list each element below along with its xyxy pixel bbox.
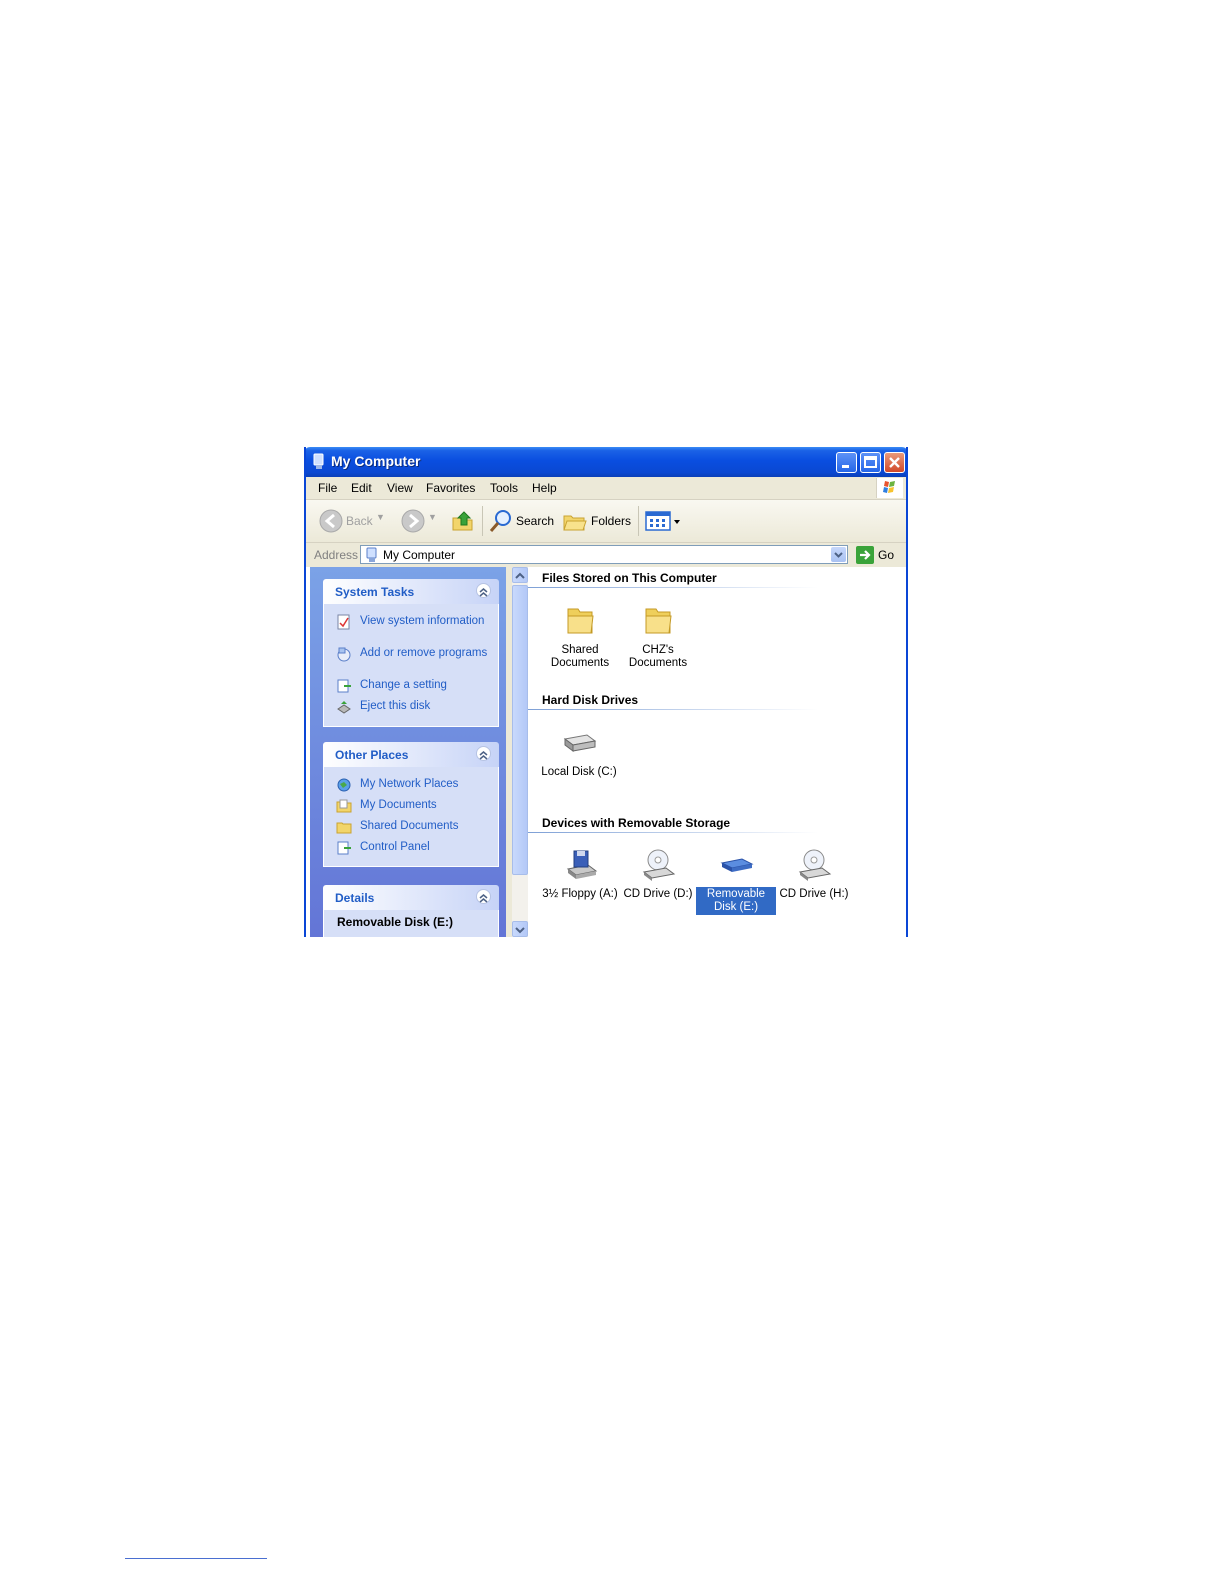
chevron-down-icon (834, 552, 843, 558)
minimize-icon (842, 465, 849, 468)
group-hard-disks-title: Hard Disk Drives (542, 693, 639, 707)
collapse-button[interactable] (476, 583, 491, 598)
item-floppy-a[interactable]: 3½ Floppy (A:) (540, 847, 620, 902)
views-button[interactable] (644, 508, 684, 534)
minimize-button[interactable] (836, 452, 857, 473)
address-label: Address (314, 548, 359, 562)
back-dropdown-icon[interactable]: ▼ (376, 512, 385, 522)
system-tasks-panel: System Tasks View system information Add… (323, 579, 499, 727)
footnote-separator (125, 1558, 267, 1559)
close-icon (889, 457, 900, 468)
details-header[interactable]: Details (323, 885, 499, 910)
details-item-name: Removable Disk (E:) (337, 915, 454, 929)
file-view: Files Stored on This Computer Shared Doc… (528, 567, 906, 937)
eject-icon (337, 701, 351, 714)
item-cd-drive-d[interactable]: CD Drive (D:) (618, 847, 698, 902)
removable-disk-icon (720, 858, 754, 872)
hard-disk-icon (563, 734, 597, 752)
menu-help[interactable]: Help (532, 481, 557, 495)
chevron-up-icon (515, 572, 525, 579)
details-panel: Details Removable Disk (E:) (323, 885, 499, 937)
forward-dropdown-icon[interactable]: ▼ (428, 512, 437, 522)
folders-button[interactable]: Folders (562, 508, 632, 534)
menu-bar: File Edit View Favorites Tools Help (306, 477, 906, 500)
maximize-icon (864, 456, 877, 468)
computer-icon (366, 547, 377, 562)
views-icon (645, 511, 680, 531)
cd-drive-icon (642, 849, 676, 881)
group-divider (528, 587, 818, 588)
item-chz-documents[interactable]: CHZ's Documents (618, 603, 698, 671)
folders-icon (563, 515, 587, 531)
folder-icon (336, 822, 352, 834)
item-cd-drive-h[interactable]: CD Drive (H:) (774, 847, 854, 902)
documents-folder-icon (336, 799, 352, 813)
system-info-icon (337, 614, 350, 630)
close-button[interactable] (884, 452, 905, 473)
menu-edit[interactable]: Edit (351, 481, 372, 495)
control-panel-icon (337, 679, 351, 693)
folder-icon (567, 608, 594, 634)
group-divider (528, 709, 818, 710)
vertical-scrollbar[interactable] (512, 567, 528, 937)
go-button[interactable]: Go (854, 545, 902, 565)
other-places-panel: Other Places My Network Places My Docume… (323, 742, 499, 867)
window-title: My Computer (331, 453, 421, 469)
collapse-button[interactable] (476, 746, 491, 761)
double-chevron-up-icon (479, 894, 488, 903)
go-arrow-icon (856, 546, 874, 564)
windows-flag-icon (883, 481, 895, 493)
address-dropdown-button[interactable] (831, 547, 846, 562)
my-computer-window: My Computer File Edit View Favorites Too… (304, 447, 908, 937)
standard-toolbar: Back ▼ ▼ Search Folders (306, 500, 906, 543)
network-icon (337, 778, 351, 792)
folder-icon (645, 608, 672, 634)
menu-tools[interactable]: Tools (490, 481, 518, 495)
item-removable-disk-e[interactable]: Removable Disk (E:) (696, 847, 776, 915)
floppy-drive-icon (566, 850, 598, 879)
maximize-button[interactable] (860, 452, 881, 473)
computer-icon (313, 453, 324, 469)
title-bar[interactable]: My Computer (306, 447, 906, 477)
control-panel-icon (337, 841, 351, 855)
address-value: My Computer (383, 548, 456, 562)
item-shared-documents[interactable]: Shared Documents (540, 603, 620, 671)
menu-file[interactable]: File (318, 481, 337, 495)
forward-arrow-icon (401, 509, 425, 533)
other-places-header[interactable]: Other Places (323, 742, 499, 767)
add-remove-icon (337, 647, 351, 662)
collapse-button[interactable] (476, 889, 491, 904)
forward-button[interactable]: ▼ (398, 508, 438, 534)
scroll-up-button[interactable] (512, 567, 528, 583)
group-divider (528, 832, 818, 833)
back-button[interactable]: Back ▼ (316, 508, 385, 534)
menu-view[interactable]: View (387, 481, 413, 495)
group-removable-title: Devices with Removable Storage (542, 816, 731, 830)
system-tasks-header[interactable]: System Tasks (323, 579, 499, 604)
double-chevron-up-icon (479, 588, 488, 597)
up-folder-icon (452, 511, 473, 531)
address-bar: Address My Computer Go (306, 543, 906, 567)
up-folder-button[interactable] (450, 508, 476, 534)
address-field[interactable]: My Computer (360, 545, 848, 564)
menu-favorites[interactable]: Favorites (426, 481, 475, 495)
back-arrow-icon (319, 509, 343, 533)
scroll-thumb[interactable] (512, 585, 528, 875)
search-icon (489, 510, 511, 532)
scroll-down-button[interactable] (512, 921, 528, 937)
cd-drive-icon (798, 849, 832, 881)
group-files-title: Files Stored on This Computer (542, 571, 717, 585)
item-local-disk-c[interactable]: Local Disk (C:) (540, 725, 618, 780)
task-pane: System Tasks View system information Add… (310, 567, 506, 937)
windows-logo (876, 478, 903, 498)
double-chevron-up-icon (479, 751, 488, 760)
chevron-down-icon (515, 927, 525, 934)
search-button[interactable]: Search (488, 508, 556, 534)
